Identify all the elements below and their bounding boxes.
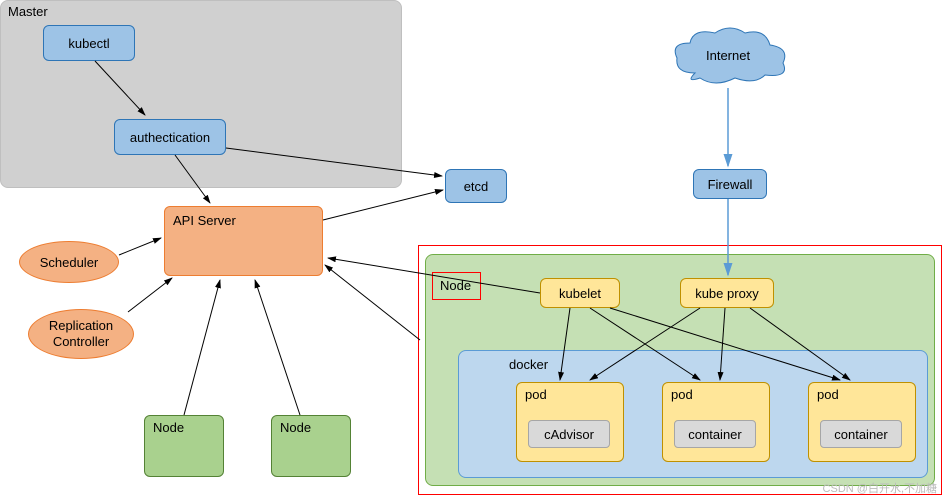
auth-box: authectication [114,119,226,155]
container2-label: container [834,427,887,442]
node1-box: Node [144,415,224,477]
scheduler-label: Scheduler [40,255,99,270]
rep-controller-box: Replication Controller [28,309,134,359]
pod1-label: pod [525,387,547,402]
kubeproxy-box: kube proxy [680,278,774,308]
kubectl-label: kubectl [68,36,109,51]
etcd-label: etcd [464,179,489,194]
cadvisor-label: cAdvisor [544,427,594,442]
node-panel-label: Node [440,278,471,293]
node2-box: Node [271,415,351,477]
rep-controller-label: Replication Controller [49,318,113,349]
master-label: Master [8,4,48,19]
api-server-label: API Server [173,213,236,228]
firewall-box: Firewall [693,169,767,199]
firewall-label: Firewall [708,177,753,192]
docker-label: docker [509,357,548,372]
scheduler-box: Scheduler [19,241,119,283]
container1-label: container [688,427,741,442]
kubelet-label: kubelet [559,286,601,301]
node2-label: Node [280,420,311,435]
container2-box: container [820,420,902,448]
node1-label: Node [153,420,184,435]
kubeproxy-label: kube proxy [695,286,759,301]
watermark: CSDN @白开水,不加糖 [823,480,937,496]
auth-label: authectication [130,130,210,145]
api-server-box: API Server [164,206,323,276]
etcd-box: etcd [445,169,507,203]
pod3-label: pod [817,387,839,402]
pod2-label: pod [671,387,693,402]
container1-box: container [674,420,756,448]
kubectl-box: kubectl [43,25,135,61]
internet-label: Internet [706,48,750,63]
kubelet-box: kubelet [540,278,620,308]
cadvisor-box: cAdvisor [528,420,610,448]
